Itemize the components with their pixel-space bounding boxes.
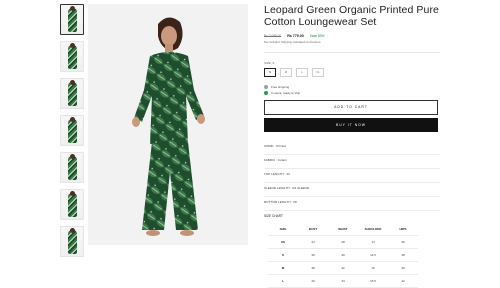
table-cell: 40 bbox=[388, 261, 418, 275]
table-cell: 38 bbox=[388, 248, 418, 262]
table-row: L 40 34 15.5 42 bbox=[268, 274, 418, 288]
header-hips: HIPS bbox=[388, 223, 418, 236]
thumbnail-gallery bbox=[60, 4, 84, 263]
buy-now-button[interactable]: BUY IT NOW bbox=[264, 118, 438, 132]
product-details: WORK : Printed FABRIC : Cotton TOP LENGT… bbox=[264, 141, 440, 211]
detail-fabric: FABRIC : Cotton bbox=[264, 155, 440, 169]
table-row: S 36 30 14.5 38 bbox=[268, 248, 418, 262]
header-shoulder: SHOULDER bbox=[358, 223, 388, 236]
table-cell: 40 bbox=[298, 274, 328, 288]
shipping-text: Free shipping bbox=[271, 85, 290, 89]
header-waist: WAIST bbox=[328, 223, 358, 236]
table-row: XS 34 28 14 36 bbox=[268, 235, 418, 249]
sale-price: Rs 779.00 bbox=[287, 34, 304, 38]
truck-icon bbox=[264, 85, 268, 89]
detail-sleeve-length: SLEEVE LENGTH : 3/4 SLEEVE bbox=[264, 183, 440, 197]
table-cell: 36 bbox=[388, 235, 418, 249]
table-cell: L bbox=[268, 274, 298, 288]
availability: Free shipping In stock, ready to ship bbox=[264, 84, 440, 96]
table-cell: 36 bbox=[298, 248, 328, 262]
table-cell: 42 bbox=[388, 274, 418, 288]
price-row: Rs 2,099.00 Rs 779.00 Save 63% bbox=[264, 34, 440, 38]
thumbnail-5[interactable] bbox=[60, 152, 84, 183]
product-main-image[interactable] bbox=[88, 4, 248, 245]
product-info-panel: Leopard Green Organic Printed Pure Cotto… bbox=[264, 4, 440, 288]
detail-top-length: TOP LENGTH : 33 bbox=[264, 169, 440, 183]
size-chart-header: SIZE BUST WAIST SHOULDER HIPS bbox=[268, 223, 418, 236]
table-cell: 15 bbox=[358, 261, 388, 275]
detail-work: WORK : Printed bbox=[264, 141, 440, 155]
table-cell: XS bbox=[268, 235, 298, 249]
size-label: SIZE: S bbox=[264, 61, 275, 65]
size-selector: S M L XL bbox=[264, 68, 440, 77]
table-cell: 14.5 bbox=[358, 248, 388, 262]
size-option-s[interactable]: S bbox=[264, 68, 276, 77]
divider bbox=[264, 52, 440, 53]
size-option-m[interactable]: M bbox=[280, 68, 292, 77]
thumbnail-2[interactable] bbox=[60, 41, 84, 72]
original-price: Rs 2,099.00 bbox=[264, 34, 282, 38]
table-row: M 38 32 15 40 bbox=[268, 261, 418, 275]
detail-bottom-length: BOTTOM LENGTH : 38 bbox=[264, 197, 440, 211]
table-cell: 14 bbox=[358, 235, 388, 249]
size-option-xl[interactable]: XL bbox=[312, 68, 324, 77]
model-illustration bbox=[88, 4, 248, 245]
add-to-cart-button[interactable]: ADD TO CART bbox=[264, 100, 438, 115]
header-size: SIZE bbox=[268, 223, 298, 236]
header-bust: BUST bbox=[298, 223, 328, 236]
size-chart-title: SIZE CHART bbox=[264, 214, 283, 218]
size-chart-table: SIZE BUST WAIST SHOULDER HIPS XS 34 28 1… bbox=[268, 223, 418, 288]
thumbnail-3[interactable] bbox=[60, 78, 84, 109]
table-cell: S bbox=[268, 248, 298, 262]
table-cell: 15.5 bbox=[358, 274, 388, 288]
thumbnail-6[interactable] bbox=[60, 189, 84, 220]
table-cell: 32 bbox=[328, 261, 358, 275]
saving-badge: Save 63% bbox=[309, 34, 325, 38]
size-option-l[interactable]: L bbox=[296, 68, 308, 77]
table-cell: 38 bbox=[298, 261, 328, 275]
table-cell: 34 bbox=[328, 274, 358, 288]
tax-note: Tax included. Shipping calculated at che… bbox=[264, 40, 322, 44]
table-cell: 34 bbox=[298, 235, 328, 249]
stock-text: In stock, ready to ship bbox=[271, 91, 301, 95]
in-stock-dot-icon bbox=[264, 91, 268, 95]
table-cell: M bbox=[268, 261, 298, 275]
table-cell: 28 bbox=[328, 235, 358, 249]
thumbnail-1[interactable] bbox=[60, 4, 84, 35]
product-title: Leopard Green Organic Printed Pure Cotto… bbox=[264, 4, 439, 28]
thumbnail-4[interactable] bbox=[60, 115, 84, 146]
table-cell: 30 bbox=[328, 248, 358, 262]
thumbnail-7[interactable] bbox=[60, 226, 84, 257]
